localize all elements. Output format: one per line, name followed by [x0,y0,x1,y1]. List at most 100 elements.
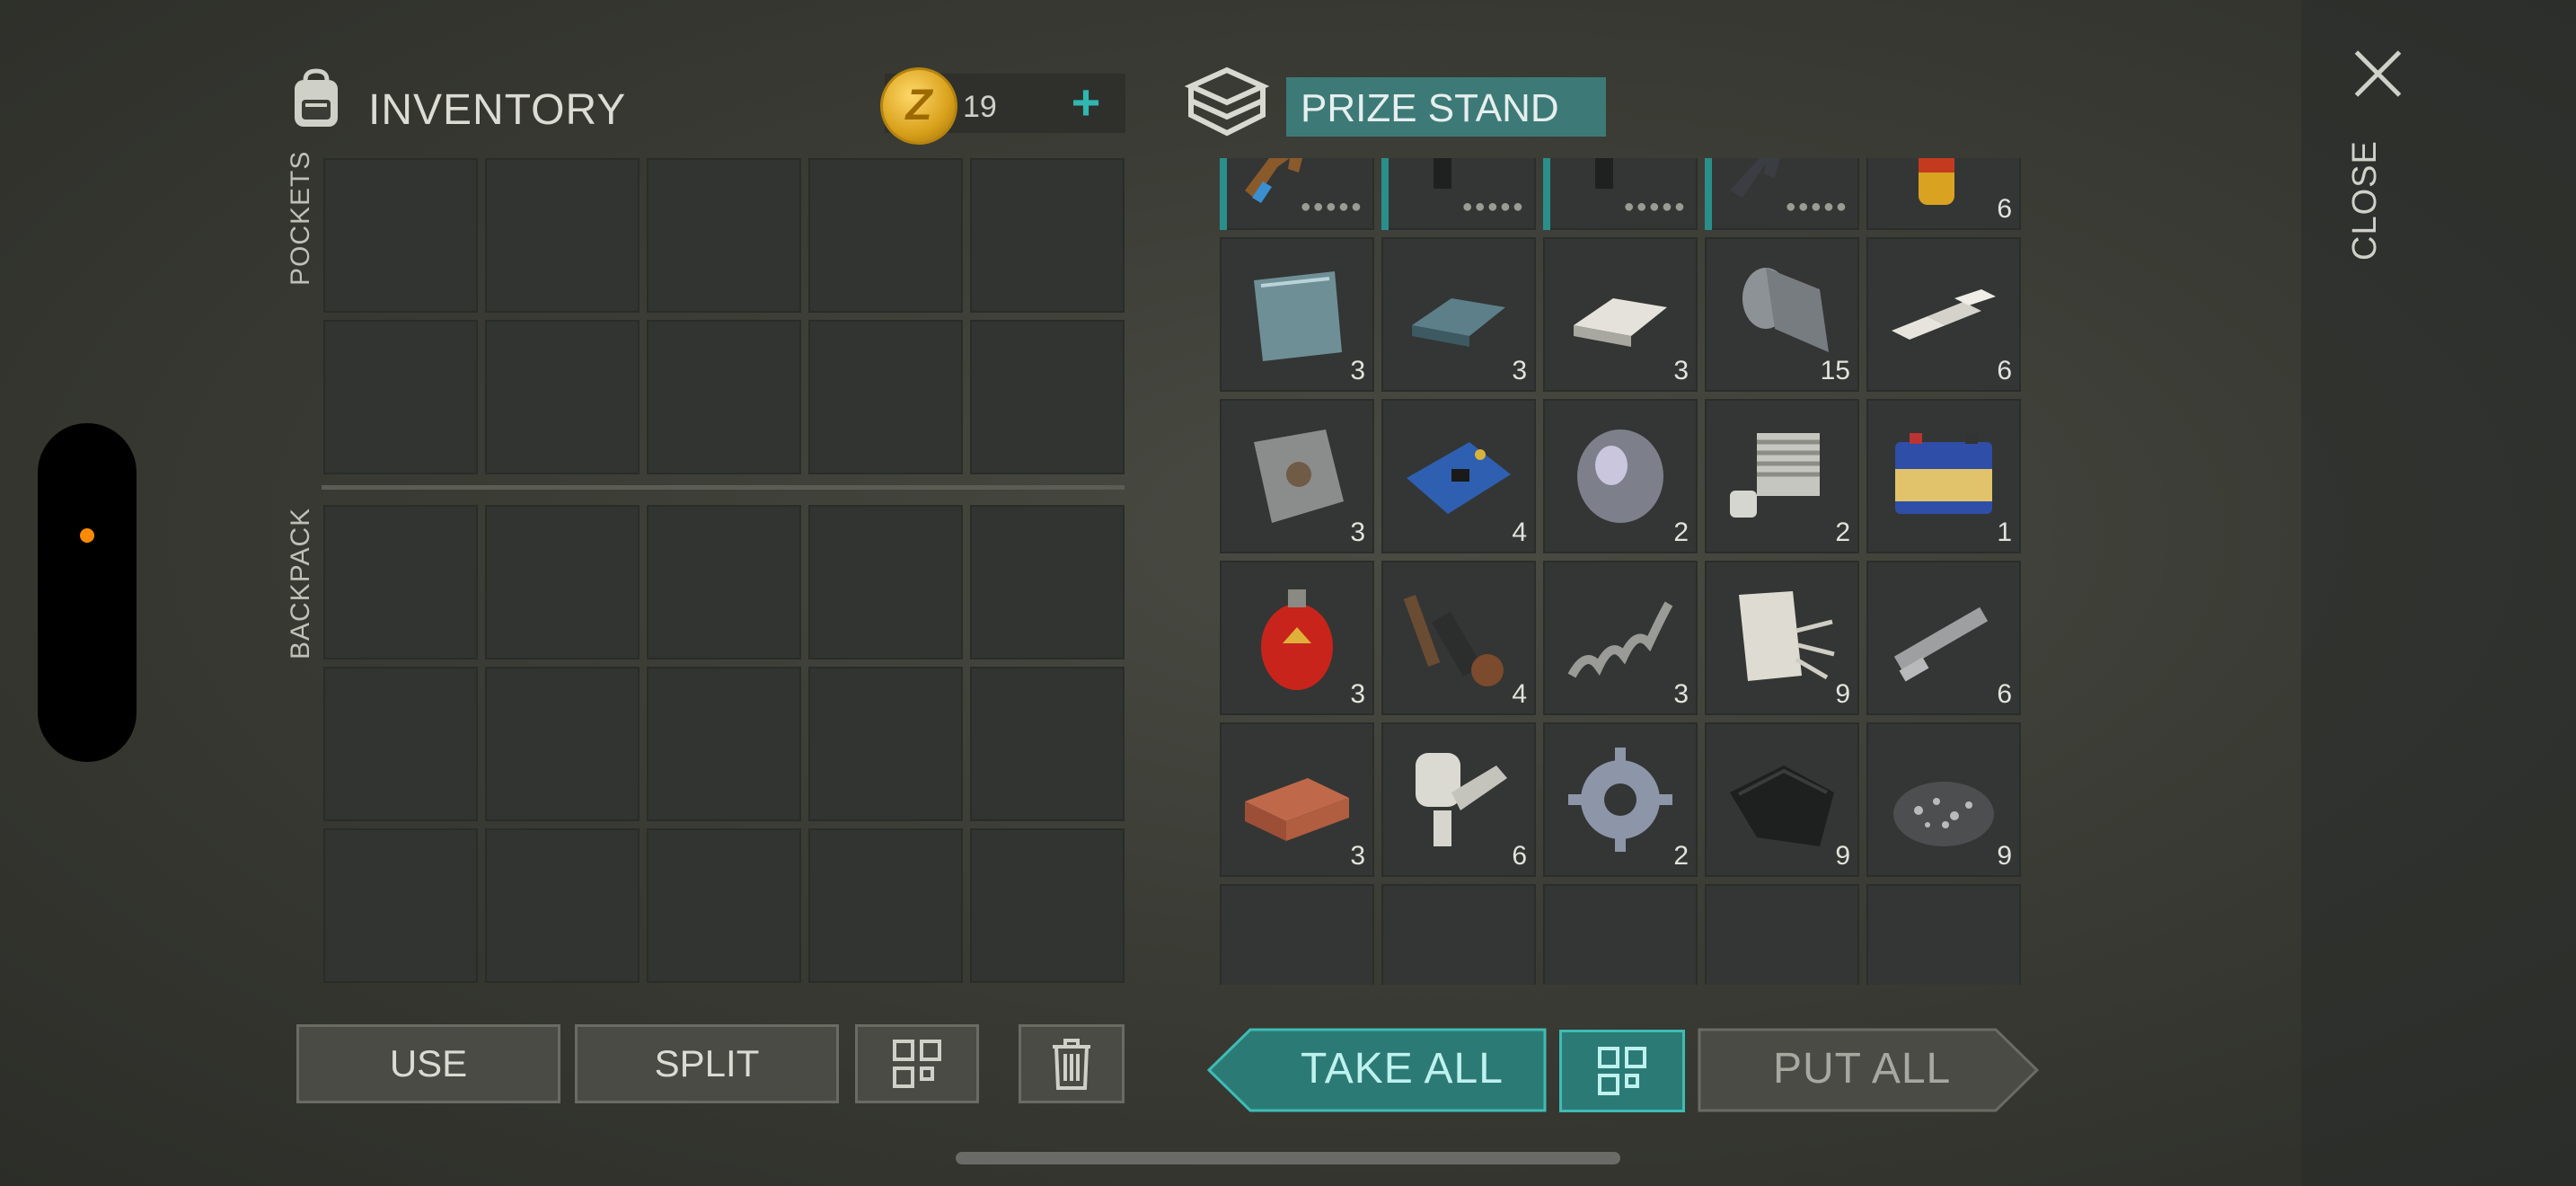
prize-slot-gas-cylinder[interactable]: 3 [1220,561,1374,715]
pockets-grid [323,158,1125,474]
pocket-slot[interactable] [808,320,963,474]
pocket-slot[interactable] [647,158,801,313]
item-quantity: 15 [1820,356,1850,385]
prize-slot-spring[interactable]: 3 [1543,561,1698,715]
aluminum-bars-icon [1883,253,2005,376]
item-quantity: 3 [1673,679,1689,709]
prize-slot-pipe-parts[interactable]: 6 [1866,561,2021,715]
put-all-label: PUT ALL [1773,1045,1952,1093]
home-indicator[interactable] [956,1152,1620,1164]
use-button[interactable]: USE [296,1024,560,1103]
prize-slot-brick[interactable]: 3 [1220,722,1374,877]
backpack-slot[interactable] [808,667,963,821]
crate-icon [1184,61,1270,142]
backpack-slot[interactable] [647,505,801,659]
add-coins-button[interactable]: + [1059,77,1113,128]
backpack-slot[interactable] [323,667,478,821]
item-quantity: 9 [1835,679,1850,709]
backpack-slot[interactable] [970,667,1125,821]
prize-slot-aluminum-bars[interactable]: 6 [1866,237,2021,392]
black-cloth-icon [1721,739,1843,861]
pocket-slot[interactable] [485,320,640,474]
backpack-slot[interactable] [485,828,640,983]
item-quantity: 3 [1512,356,1527,385]
prize-slot-fiberglass[interactable]: 9 [1705,561,1859,715]
sort-prize-stand-button[interactable] [1559,1030,1685,1112]
take-all-label: TAKE ALL [1301,1045,1504,1093]
pocket-slot[interactable] [323,320,478,474]
prize-slot-aluminum-ingot[interactable]: 3 [1543,237,1698,392]
spray-can-icon [1883,158,2005,214]
lens-icon [1559,415,1681,537]
prize-slot-steel-ingot[interactable]: 3 [1381,237,1536,392]
backpack-slot[interactable] [808,828,963,983]
prize-slot-battery[interactable]: 1 [1866,399,2021,553]
close-panel-strip [2301,0,2576,1186]
prize-slot-mechanical-parts[interactable]: 6 [1381,722,1536,877]
prize-slot-steel-plate[interactable]: 3 [1220,237,1374,392]
pocket-slot[interactable] [485,158,640,313]
item-quantity: 6 [1997,679,2012,709]
sort-inventory-button[interactable] [855,1024,979,1103]
pocket-slot[interactable] [808,158,963,313]
gravel-icon [1883,739,2005,861]
pocket-slot[interactable] [647,320,801,474]
prize-slot-empty[interactable] [1866,884,2021,985]
backpack-slot[interactable] [485,505,640,659]
backpack-slot[interactable] [970,505,1125,659]
prize-stand-tab[interactable]: PRIZE STAND [1286,77,1606,137]
prize-slot-empty[interactable] [1220,884,1374,985]
weapon-durability-bar [1220,158,1227,230]
take-all-button[interactable]: TAKE ALL [1207,1028,1547,1112]
prize-slot-ak-rifle[interactable]: ●●●●● [1220,158,1374,230]
item-quantity: 3 [1350,679,1365,709]
prize-slot-uzi-smg-2[interactable]: ●●●●● [1543,158,1698,230]
prize-stand-grid-viewport[interactable]: ●●●●● ●●●●● ●●●●● ●●●●● 6 3 3 3 15 6 3 4 2 2 1 3 4 3 9 6 3 6 2… [1220,158,2023,985]
prize-slot-circuit-board[interactable]: 4 [1381,399,1536,553]
prize-slot-uzi-smg[interactable]: ●●●●● [1381,158,1536,230]
backpack-slot[interactable] [647,828,801,983]
prize-slot-gravel[interactable]: 9 [1866,722,2021,877]
prize-slot-gear[interactable]: 2 [1543,722,1698,877]
pocket-slot[interactable] [323,158,478,313]
trash-button[interactable] [1019,1024,1125,1103]
camera-indicator-dot [80,528,94,543]
item-quantity: 1 [1997,518,2012,547]
put-all-button[interactable]: PUT ALL [1698,1028,2039,1112]
item-quantity: 2 [1673,518,1689,547]
backpack-slot[interactable] [647,667,801,821]
item-quantity: 6 [1997,194,2012,224]
backpack-slot[interactable] [485,667,640,821]
pocket-slot[interactable] [970,158,1125,313]
backpack-slot[interactable] [323,505,478,659]
backpack-slot[interactable] [323,828,478,983]
prize-slot-spray-can[interactable]: 6 [1866,158,2021,230]
prize-slot-engine-cylinder[interactable]: 2 [1705,399,1859,553]
pocket-slot[interactable] [970,320,1125,474]
close-icon[interactable] [2351,47,2405,101]
prize-slot-scrap-plate[interactable]: 3 [1220,399,1374,553]
split-button[interactable]: SPLIT [575,1024,839,1103]
circuit-board-icon [1398,415,1520,537]
sort-icon [1562,1032,1682,1110]
prize-slot-black-cloth[interactable]: 9 [1705,722,1859,877]
item-quantity: 3 [1673,356,1689,385]
backpack-slot[interactable] [808,505,963,659]
close-button-label[interactable]: CLOSE [2346,140,2385,261]
prize-slot-empty[interactable] [1705,884,1859,985]
backpack-slot[interactable] [970,828,1125,983]
inventory-title: INVENTORY [368,86,627,134]
prize-slot-lens[interactable]: 2 [1543,399,1698,553]
prize-slot-parts-kit[interactable]: 4 [1381,561,1536,715]
prize-slot-metal-sheet-roll[interactable]: 15 [1705,237,1859,392]
aluminum-ingot-icon [1559,253,1681,376]
item-quantity: 2 [1835,518,1850,547]
item-quantity: 4 [1512,518,1527,547]
item-quantity: 3 [1350,518,1365,547]
item-quantity: 2 [1673,841,1689,871]
prize-slot-empty[interactable] [1381,884,1536,985]
scrap-plate-icon [1236,415,1358,537]
prize-slot-empty[interactable] [1543,884,1698,985]
brick-icon [1236,739,1358,861]
prize-slot-m16-rifle[interactable]: ●●●●● [1705,158,1859,230]
